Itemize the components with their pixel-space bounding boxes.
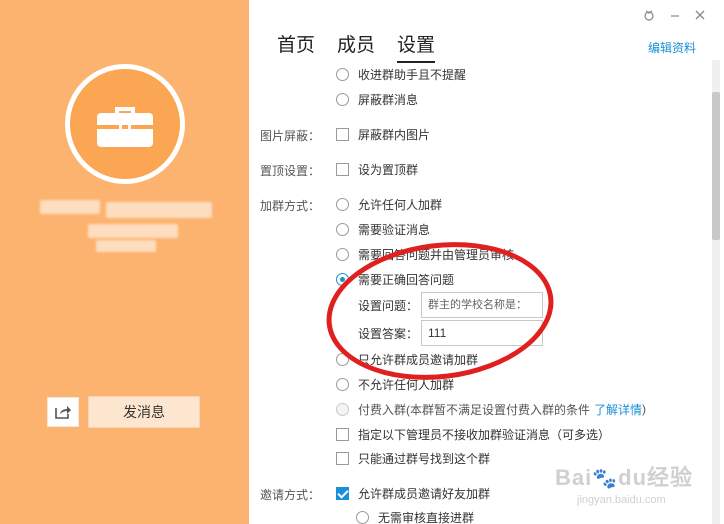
question-label: 设置问题： [358,299,419,313]
radio-button[interactable] [336,247,349,261]
radio-button-disabled [336,402,349,416]
option-members-invite-friends[interactable]: 允许群成员邀请好友加群 [336,485,490,501]
checkbox[interactable] [336,162,349,176]
baidu-watermark: Bai🐾du经验 jingyan.baidu.com [555,460,693,506]
checkbox-checked[interactable] [336,486,349,500]
answer-input[interactable]: 111 [421,320,543,346]
radio-button[interactable] [336,222,349,236]
option-admin-exclude[interactable]: 指定以下管理员不接收加群验证消息（可多选） [336,426,610,442]
radio-button[interactable] [336,67,349,81]
tab-settings[interactable]: 设置 [397,30,436,63]
skin-icon[interactable] [643,9,655,21]
image-block-label: 图片屏蔽： [260,129,321,143]
option-allow-anyone[interactable]: 允许任何人加群 [336,196,442,212]
question-input[interactable]: 群主的学校名称是： [421,292,543,318]
pin-top-label: 置顶设置： [260,164,321,178]
option-need-verification[interactable]: 需要验证消息 [336,221,430,237]
checkbox[interactable] [336,427,349,441]
option-move-to-assistant[interactable]: 收进群助手且不提醒 [336,66,466,82]
option-block-images[interactable]: 屏蔽群内图片 [336,126,430,142]
option-answer-and-review[interactable]: 需要回答问题并由管理员审核 [336,246,514,262]
answer-label: 设置答案： [358,327,419,341]
option-block-messages[interactable]: 屏蔽群消息 [336,91,418,107]
radio-button[interactable] [336,92,349,106]
send-message-button[interactable]: 发消息 [88,396,200,428]
option-members-invite-only[interactable]: 只允许群成员邀请加群 [336,351,478,367]
tab-home[interactable]: 首页 [277,30,315,57]
option-answer-correctly[interactable]: 需要正确回答问题 [336,271,454,287]
option-nobody-join[interactable]: 不允许任何人加群 [336,376,454,392]
option-paid-join: 付费入群(本群暂不满足设置付费入群的条件 了解详情 ) [336,401,646,417]
checkbox[interactable] [336,127,349,141]
group-profile-panel: 发消息 [0,0,249,524]
tab-members[interactable]: 成员 [337,30,375,57]
share-icon [55,406,71,419]
radio-button[interactable] [356,510,369,524]
checkbox[interactable] [336,451,349,465]
radio-button[interactable] [336,352,349,366]
watermark-main: Bai🐾du经验 [555,465,694,490]
share-button[interactable] [47,397,79,427]
watermark-sub: jingyan.baidu.com [577,494,666,506]
invite-method-label: 邀请方式： [260,488,321,502]
group-name-blurred [40,198,212,254]
radio-button-selected[interactable] [336,272,349,286]
close-icon[interactable] [694,9,706,21]
option-find-by-number[interactable]: 只能通过群号找到这个群 [336,450,490,466]
option-pin-top[interactable]: 设为置顶群 [336,161,418,177]
scrollbar-thumb[interactable] [712,92,720,240]
radio-button[interactable] [336,377,349,391]
option-no-review[interactable]: 无需审核直接进群 [356,509,474,524]
radio-button[interactable] [336,197,349,211]
group-avatar[interactable] [65,64,185,184]
learn-more-link[interactable]: 了解详情 [594,401,642,418]
edit-profile-link[interactable]: 编辑资料 [648,39,696,56]
minimize-icon[interactable] [669,9,681,21]
briefcase-icon [97,107,153,147]
join-method-label: 加群方式： [260,199,321,213]
